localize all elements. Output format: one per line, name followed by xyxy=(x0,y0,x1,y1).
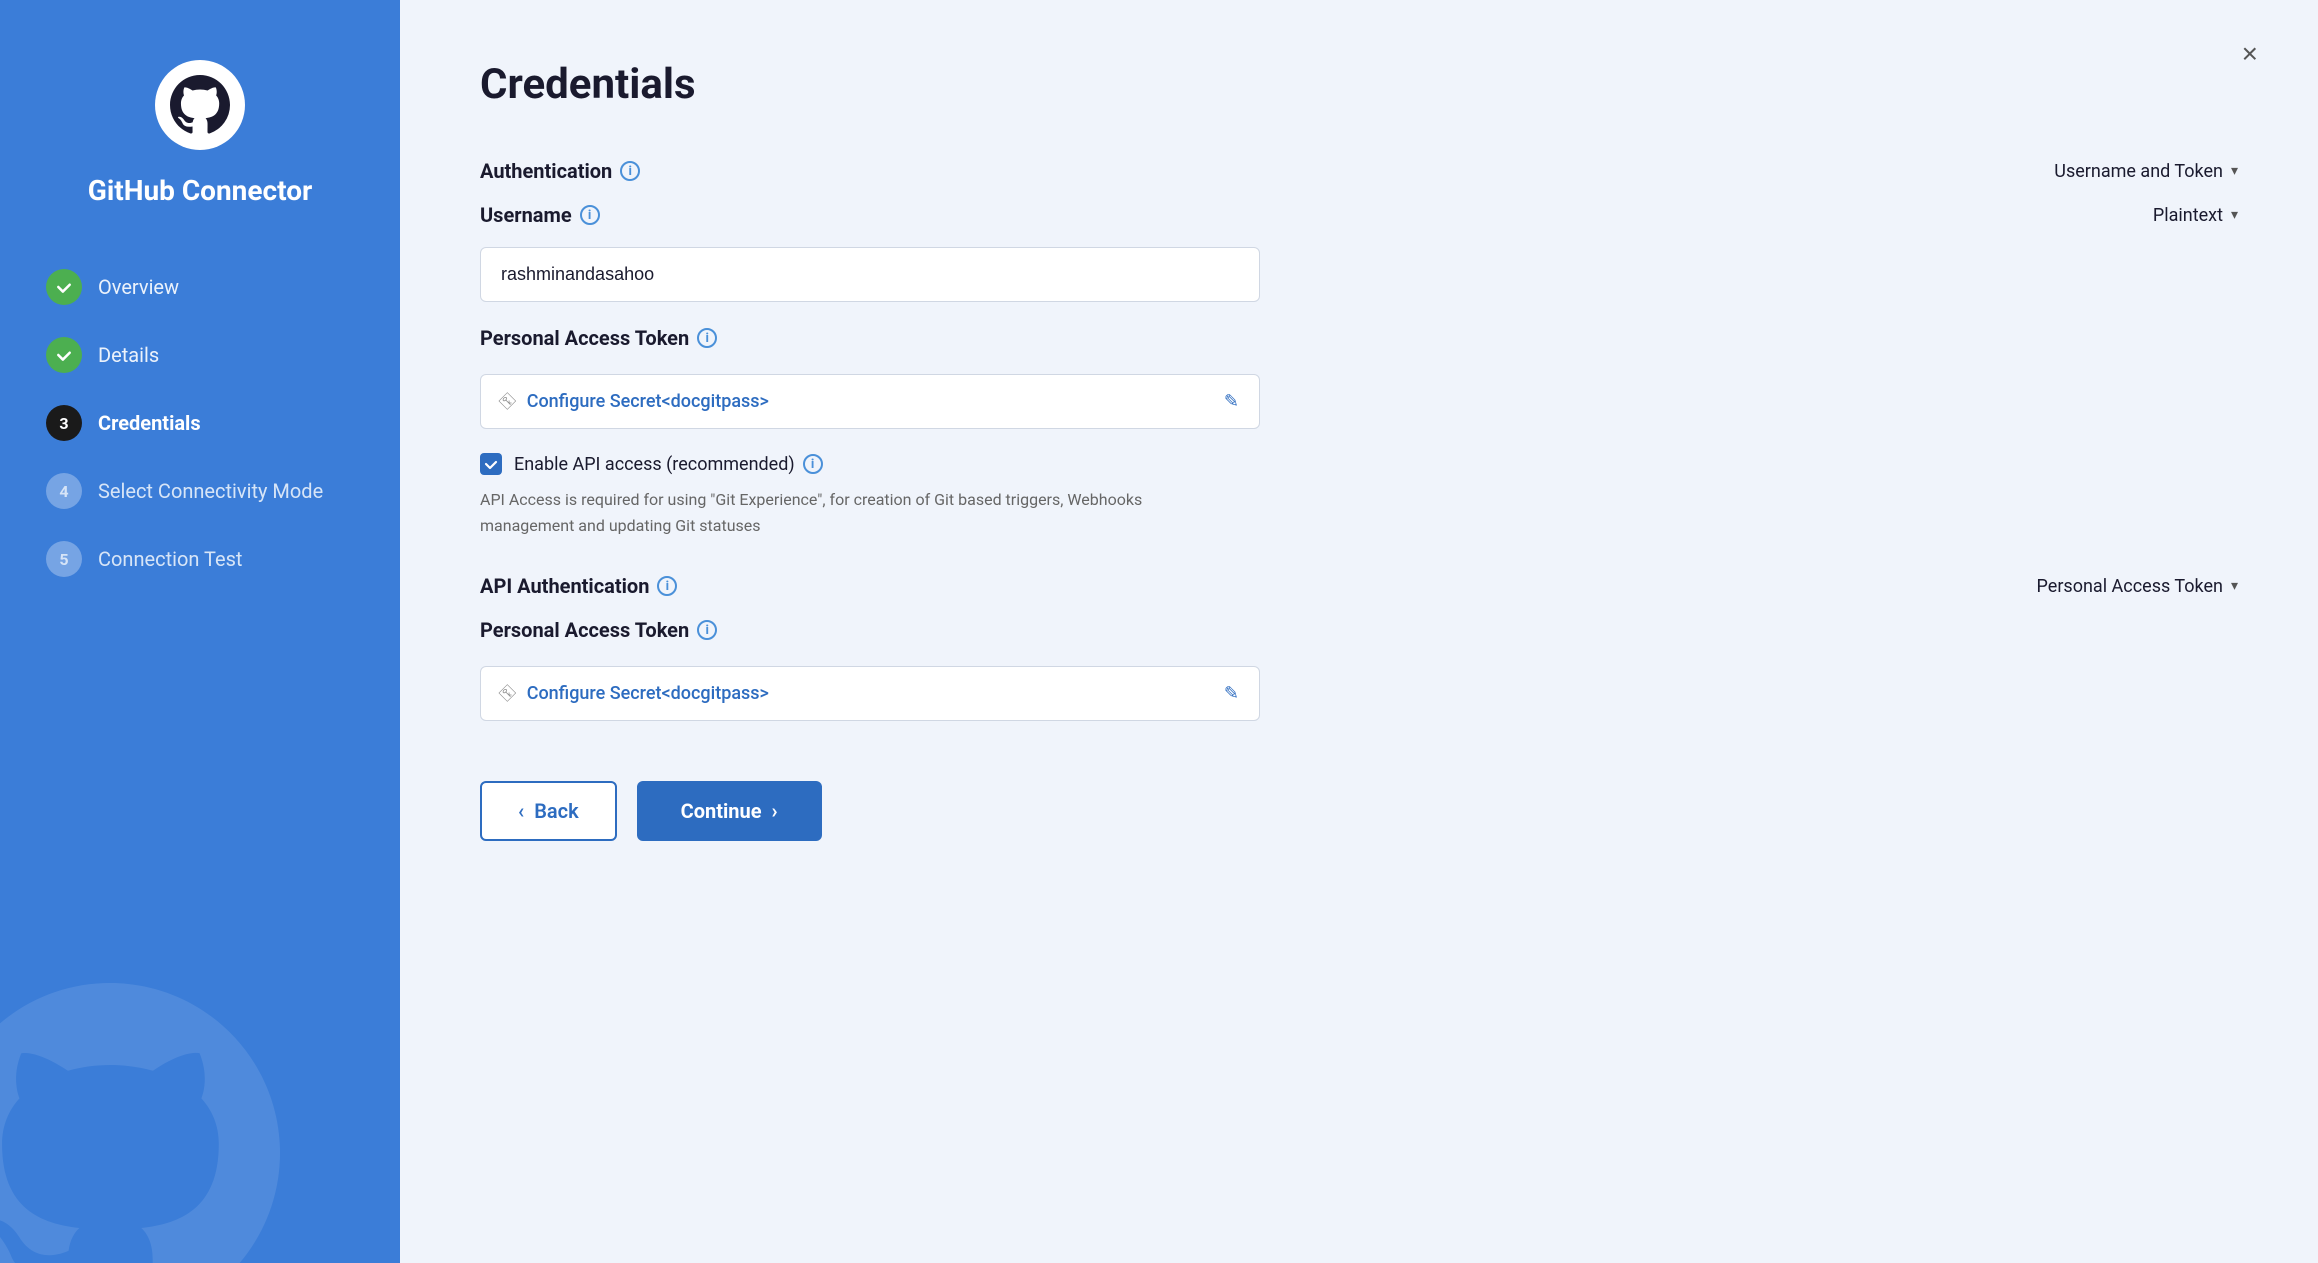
authentication-dropdown[interactable]: Username and Token ▾ xyxy=(2054,161,2238,182)
api-personal-access-token-info-icon[interactable]: i xyxy=(697,620,717,640)
personal-access-token-field: ⚿ Configure Secret<docgitpass> ✎ xyxy=(480,374,1260,429)
authentication-row: Authentication i Username and Token ▾ xyxy=(480,159,2238,183)
overview-check-icon xyxy=(46,269,82,305)
username-info-icon[interactable]: i xyxy=(580,205,600,225)
api-access-label: Enable API access (recommended) i xyxy=(514,454,823,475)
personal-access-token-info-icon[interactable]: i xyxy=(697,328,717,348)
api-authentication-chevron-icon: ▾ xyxy=(2231,578,2238,594)
api-personal-access-token-label: Personal Access Token i xyxy=(480,618,2238,642)
api-authentication-label: API Authentication i xyxy=(480,574,677,598)
api-note-text: API Access is required for using "Git Ex… xyxy=(480,487,1180,538)
api-access-info-icon[interactable]: i xyxy=(803,454,823,474)
close-button[interactable]: × xyxy=(2242,40,2258,68)
app-logo xyxy=(155,60,245,150)
sidebar-title: GitHub Connector xyxy=(88,174,313,207)
edit-secret-button[interactable]: ✎ xyxy=(1224,391,1239,412)
api-authentication-dropdown[interactable]: Personal Access Token ▾ xyxy=(2037,576,2238,597)
nav-menu: Overview Details 3 Credentials 4 Select … xyxy=(30,257,370,589)
credentials-num-icon: 3 xyxy=(46,405,82,441)
api-authentication-info-icon[interactable]: i xyxy=(657,576,677,596)
api-access-checkbox[interactable] xyxy=(480,453,502,475)
api-secret-field-content: ⚿ Configure Secret<docgitpass> xyxy=(501,683,769,704)
sidebar-item-connectivity[interactable]: 4 Select Connectivity Mode xyxy=(30,461,370,521)
connectivity-num-icon: 4 xyxy=(46,473,82,509)
username-input[interactable] xyxy=(480,247,1260,302)
sidebar-item-details[interactable]: Details xyxy=(30,325,370,385)
back-chevron-icon: ‹ xyxy=(518,799,524,823)
footer-buttons: ‹ Back Continue › xyxy=(480,781,2238,841)
authentication-info-icon[interactable]: i xyxy=(620,161,640,181)
connection-test-label: Connection Test xyxy=(98,547,242,571)
sidebar: GitHub Connector Overview Details 3 Cred… xyxy=(0,0,400,1263)
sidebar-item-credentials[interactable]: 3 Credentials xyxy=(30,393,370,453)
connectivity-label: Select Connectivity Mode xyxy=(98,479,323,503)
api-personal-access-token-field: ⚿ Configure Secret<docgitpass> ✎ xyxy=(480,666,1260,721)
sidebar-item-connection-test[interactable]: 5 Connection Test xyxy=(30,529,370,589)
api-edit-secret-button[interactable]: ✎ xyxy=(1224,683,1239,704)
username-row: Username i Plaintext ▾ xyxy=(480,203,2238,227)
connection-test-num-icon: 5 xyxy=(46,541,82,577)
authentication-chevron-icon: ▾ xyxy=(2231,163,2238,179)
sidebar-item-overview[interactable]: Overview xyxy=(30,257,370,317)
back-button[interactable]: ‹ Back xyxy=(480,781,617,841)
username-mode-chevron-icon: ▾ xyxy=(2231,207,2238,223)
main-content: × Credentials Authentication i Username … xyxy=(400,0,2318,1263)
page-title: Credentials xyxy=(480,60,2238,109)
details-check-icon xyxy=(46,337,82,373)
api-configure-secret-link[interactable]: Configure Secret<docgitpass> xyxy=(527,683,769,704)
credentials-label: Credentials xyxy=(98,411,201,435)
username-label: Username i xyxy=(480,203,600,227)
authentication-label: Authentication i xyxy=(480,159,640,183)
sidebar-bg-decoration xyxy=(0,983,280,1263)
overview-label: Overview xyxy=(98,275,179,299)
continue-button[interactable]: Continue › xyxy=(637,781,822,841)
api-access-checkbox-row: Enable API access (recommended) i xyxy=(480,453,2238,475)
key-icon: ⚿ xyxy=(496,389,521,414)
username-mode-dropdown[interactable]: Plaintext ▾ xyxy=(2153,205,2238,226)
configure-secret-link[interactable]: Configure Secret<docgitpass> xyxy=(527,391,769,412)
continue-chevron-icon: › xyxy=(772,799,778,823)
secret-field-content: ⚿ Configure Secret<docgitpass> xyxy=(501,391,769,412)
personal-access-token-label: Personal Access Token i xyxy=(480,326,2238,350)
api-key-icon: ⚿ xyxy=(496,681,521,706)
api-authentication-row: API Authentication i Personal Access Tok… xyxy=(480,574,2238,598)
details-label: Details xyxy=(98,343,159,367)
